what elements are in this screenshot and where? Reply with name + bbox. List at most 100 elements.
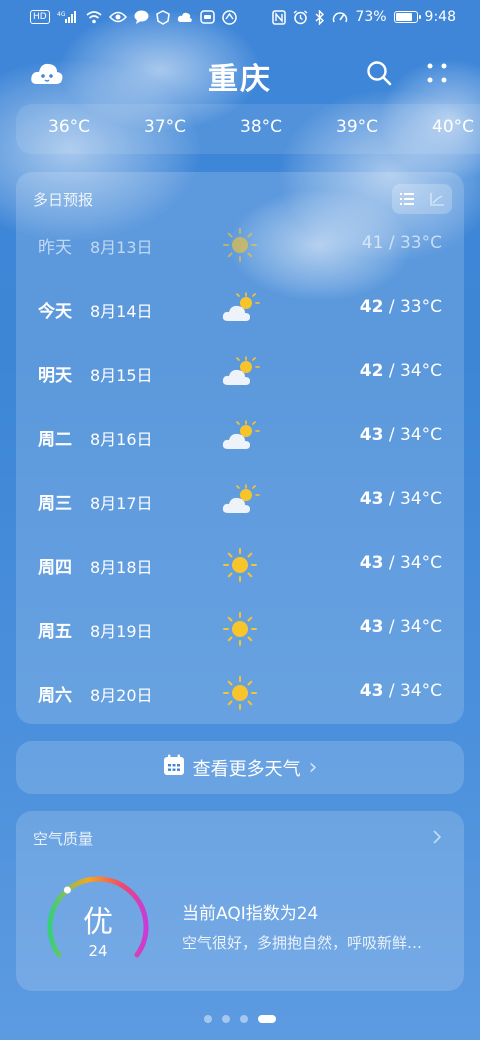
temp-separator: / bbox=[383, 617, 400, 637]
temp-separator: / bbox=[383, 681, 400, 701]
see-more-weather-label: 查看更多天气 bbox=[192, 758, 301, 780]
city-title[interactable]: 重庆 bbox=[0, 54, 480, 98]
day-date: 8月14日 bbox=[90, 302, 153, 321]
hourly-temperature-strip[interactable]: 36°C 37°C 38°C 39°C 40°C bbox=[16, 104, 480, 154]
day-temperature-range: 42 / 34°C bbox=[360, 361, 442, 381]
day-low-temp: 34°C bbox=[399, 361, 442, 381]
chart-view-icon[interactable] bbox=[422, 184, 452, 214]
status-bar: HD 4G 73% 9:48 bbox=[0, 0, 480, 34]
chevron-right-icon: › bbox=[308, 755, 318, 780]
day-name: 今天 bbox=[38, 302, 72, 322]
bluetooth-icon bbox=[315, 9, 325, 25]
forecast-day-row[interactable]: 周二 8月16日 43 / 34°C bbox=[16, 405, 464, 469]
hourly-temp: 39°C bbox=[336, 117, 379, 137]
day-name: 明天 bbox=[38, 366, 72, 386]
temp-separator: / bbox=[383, 553, 400, 573]
status-bar-right: 73% 9:48 bbox=[272, 9, 456, 25]
app-icon bbox=[199, 9, 215, 25]
wifi-icon bbox=[86, 9, 102, 25]
header: 重庆 bbox=[0, 48, 480, 100]
temp-separator: / bbox=[383, 361, 400, 381]
sunny-icon bbox=[220, 611, 260, 647]
aqi-gauge: 优 24 bbox=[38, 873, 158, 973]
day-date: 8月13日 bbox=[90, 238, 153, 257]
page-dot[interactable] bbox=[258, 1015, 276, 1023]
partly-cloudy-icon bbox=[220, 355, 260, 391]
day-low-temp: 34°C bbox=[399, 681, 442, 701]
air-quality-title: 空气质量 bbox=[33, 830, 94, 848]
hourly-temp: 38°C bbox=[240, 117, 283, 137]
day-low-temp: 34°C bbox=[399, 553, 442, 573]
day-high-temp: 43 bbox=[359, 617, 384, 637]
aqi-headline: 当前AQI指数为24 bbox=[182, 904, 319, 924]
forecast-day-row[interactable]: 周三 8月17日 43 / 34°C bbox=[16, 469, 464, 533]
status-bar-left: HD 4G bbox=[30, 9, 237, 25]
day-high-temp: 43 bbox=[359, 553, 384, 573]
hourly-temp: 37°C bbox=[144, 117, 187, 137]
forecast-day-row[interactable]: 昨天 8月13日 41 / 33°C bbox=[16, 213, 464, 277]
forecast-card: 多日预报 昨天 8月13日 41 / 33°C 今天 8月14日 42 / 33°C 明天 8… bbox=[16, 172, 464, 724]
day-date: 8月18日 bbox=[90, 558, 153, 577]
day-high-temp: 41 bbox=[361, 233, 384, 253]
day-temperature-range: 43 / 34°C bbox=[360, 489, 442, 509]
partly-cloudy-icon bbox=[220, 291, 260, 327]
aqi-level: 优 bbox=[83, 905, 113, 940]
forecast-day-row[interactable]: 周四 8月18日 43 / 34°C bbox=[16, 533, 464, 597]
battery-icon bbox=[393, 11, 421, 23]
day-name: 昨天 bbox=[38, 238, 72, 258]
day-date: 8月16日 bbox=[90, 430, 153, 449]
shield-icon bbox=[155, 9, 170, 25]
message-icon bbox=[134, 9, 149, 25]
forecast-day-row[interactable]: 今天 8月14日 42 / 33°C bbox=[16, 277, 464, 341]
day-name: 周四 bbox=[38, 558, 72, 578]
page-dot[interactable] bbox=[222, 1015, 230, 1023]
day-date: 8月15日 bbox=[90, 366, 153, 385]
hourly-temp: 40°C bbox=[432, 117, 475, 137]
day-temperature-range: 43 / 34°C bbox=[360, 681, 442, 701]
day-low-temp: 34°C bbox=[399, 617, 442, 637]
page-dot[interactable] bbox=[204, 1015, 212, 1023]
sunny-icon bbox=[220, 547, 260, 583]
forecast-day-row[interactable]: 明天 8月15日 42 / 34°C bbox=[16, 341, 464, 405]
eye-icon bbox=[108, 9, 127, 25]
page-indicator[interactable] bbox=[0, 1015, 480, 1023]
more-grid-icon[interactable] bbox=[420, 56, 454, 90]
day-name: 周三 bbox=[38, 494, 72, 514]
temp-separator: / bbox=[383, 489, 400, 509]
chevron-right-icon[interactable] bbox=[432, 829, 442, 849]
signal-icon: 4G bbox=[57, 9, 79, 25]
day-high-temp: 42 bbox=[359, 361, 384, 381]
list-view-icon[interactable] bbox=[392, 184, 422, 214]
day-name: 周五 bbox=[38, 622, 72, 642]
see-more-weather-button[interactable]: 查看更多天气 › bbox=[16, 741, 464, 794]
day-temperature-range: 43 / 34°C bbox=[360, 425, 442, 445]
search-icon[interactable] bbox=[362, 56, 396, 90]
day-temperature-range: 42 / 33°C bbox=[360, 297, 442, 317]
temp-separator: / bbox=[383, 297, 400, 317]
day-name: 周六 bbox=[38, 686, 72, 706]
page-dot[interactable] bbox=[240, 1015, 248, 1023]
day-name: 周二 bbox=[38, 430, 72, 450]
day-high-temp: 43 bbox=[359, 425, 384, 445]
day-low-temp: 33°C bbox=[399, 233, 442, 253]
forecast-day-row[interactable]: 周五 8月19日 43 / 34°C bbox=[16, 597, 464, 661]
partly-cloudy-icon bbox=[220, 419, 260, 455]
day-date: 8月17日 bbox=[90, 494, 153, 513]
nfc-icon bbox=[272, 9, 287, 25]
day-temperature-range: 43 / 34°C bbox=[360, 553, 442, 573]
forecast-title: 多日预报 bbox=[33, 191, 94, 209]
day-temperature-range: 41 / 33°C bbox=[362, 233, 442, 253]
forecast-day-row[interactable]: 周六 8月20日 43 / 34°C bbox=[16, 661, 464, 725]
day-temperature-range: 43 / 34°C bbox=[360, 617, 442, 637]
day-high-temp: 42 bbox=[359, 297, 384, 317]
day-low-temp: 33°C bbox=[399, 297, 442, 317]
day-date: 8月20日 bbox=[90, 686, 153, 705]
air-quality-card[interactable]: 空气质量 优 24 当前AQI指数为24 空气很好，多拥抱自然，呼吸新鲜… bbox=[16, 811, 464, 991]
day-date: 8月19日 bbox=[90, 622, 153, 641]
partly-cloudy-icon bbox=[220, 483, 260, 519]
view-mode-toggle[interactable] bbox=[392, 184, 452, 214]
day-high-temp: 43 bbox=[359, 489, 384, 509]
calendar-icon bbox=[163, 754, 185, 781]
aqi-description: 空气很好，多拥抱自然，呼吸新鲜… bbox=[182, 934, 423, 952]
cloud-icon bbox=[177, 9, 193, 25]
